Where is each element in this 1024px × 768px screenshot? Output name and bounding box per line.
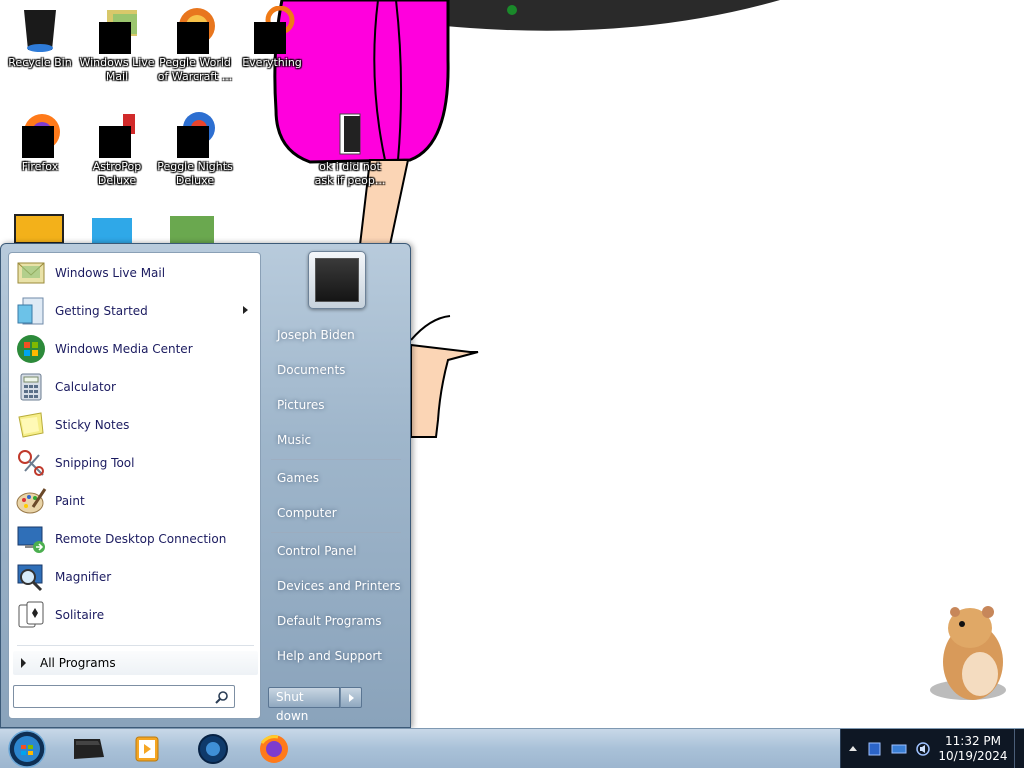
program-sticky-notes[interactable]: Sticky Notes (11, 407, 258, 443)
arrow-right-icon (349, 694, 354, 702)
start-search-box[interactable] (13, 685, 235, 708)
place-documents[interactable]: Documents (267, 355, 405, 385)
paint-palette-icon (15, 485, 47, 517)
place-music[interactable]: Music (267, 425, 405, 455)
shutdown-button[interactable]: Shut down (268, 687, 340, 723)
desktop-icon-recycle-bin[interactable]: Recycle Bin (0, 6, 80, 70)
program-magnifier[interactable]: Magnifier (11, 559, 258, 595)
place-help-and-support[interactable]: Help and Support (267, 641, 405, 671)
mail-icon (15, 257, 47, 289)
show-desktop-button[interactable] (1014, 729, 1024, 768)
search-icon[interactable] (215, 690, 229, 704)
desktop-icon-peggle-nights[interactable]: Peggle Nights Deluxe (155, 110, 235, 188)
place-pictures[interactable]: Pictures (267, 390, 405, 420)
place-computer[interactable]: Computer (267, 498, 405, 528)
peggle-icon (171, 6, 219, 54)
start-menu: Windows Live Mail Getting Started Window… (0, 243, 411, 728)
taskbar-media-player-button[interactable] (122, 731, 174, 767)
scissors-icon (15, 447, 47, 479)
taskbar: 11:32 PM 10/19/2024 (0, 728, 1024, 768)
taskbar-firefox-button[interactable] (248, 731, 300, 767)
clock-date: 10/19/2024 (938, 749, 1008, 763)
desktop-icon-windows-live-mail[interactable]: Windows Live Mail (77, 6, 157, 84)
action-center-icon[interactable] (867, 741, 883, 757)
program-snipping-tool[interactable]: Snipping Tool (11, 445, 258, 481)
firefox-icon (260, 735, 288, 763)
desktop-icon-firefox[interactable]: Firefox (0, 110, 80, 174)
place-devices-and-printers[interactable]: Devices and Printers (267, 571, 405, 601)
user-picture[interactable] (308, 251, 366, 309)
program-getting-started[interactable]: Getting Started (11, 293, 258, 329)
network-icon[interactable] (891, 741, 907, 757)
search-input[interactable] (17, 688, 207, 705)
media-center-icon (15, 333, 47, 365)
desktop-icon-hidden-3[interactable] (170, 216, 214, 244)
program-solitaire[interactable]: Solitaire (11, 597, 258, 633)
remote-desktop-icon (15, 523, 47, 555)
separator (271, 532, 401, 533)
firefox-icon (16, 110, 64, 158)
show-hidden-icons-icon[interactable] (849, 746, 857, 751)
sticky-notes-icon (15, 409, 47, 441)
hamster-image (930, 606, 1006, 700)
place-user-folder[interactable]: Joseph Biden (267, 320, 405, 350)
peggle-nights-icon (171, 110, 219, 158)
recycle-bin-icon (16, 6, 64, 54)
desktop-icon-file[interactable]: ok i did not ask if peop... (310, 110, 390, 188)
media-center-icon (198, 734, 228, 764)
taskbar-media-center-button[interactable] (187, 731, 239, 767)
desktop-icon-hidden-1[interactable] (14, 214, 64, 244)
place-default-programs[interactable]: Default Programs (267, 606, 405, 636)
getting-started-icon (15, 295, 47, 327)
program-windows-media-center[interactable]: Windows Media Center (11, 331, 258, 367)
explorer-icon (74, 739, 104, 759)
program-calculator[interactable]: Calculator (11, 369, 258, 405)
arrow-right-icon (21, 658, 26, 668)
program-paint[interactable]: Paint (11, 483, 258, 519)
desktop-icon-hidden-2[interactable] (92, 218, 132, 244)
calculator-icon (15, 371, 47, 403)
shutdown-options-button[interactable] (340, 687, 362, 708)
magnifier-icon (15, 561, 47, 593)
submenu-arrow-icon[interactable] (243, 306, 248, 314)
media-player-icon (135, 736, 159, 762)
program-windows-live-mail[interactable]: Windows Live Mail (11, 255, 258, 291)
separator (271, 459, 401, 460)
file-icon (326, 110, 374, 158)
everything-search-icon (248, 5, 296, 54)
volume-icon[interactable] (915, 741, 931, 757)
start-menu-programs-pane: Windows Live Mail Getting Started Window… (8, 252, 261, 719)
desktop-icon-peggle-wow[interactable]: Peggle World of Warcraft ... (155, 6, 235, 84)
desktop-icon-everything[interactable]: Everything (232, 5, 312, 70)
astropop-icon (93, 110, 141, 158)
desktop-icon-astropop[interactable]: AstroPop Deluxe (77, 110, 157, 188)
taskbar-explorer-button[interactable] (62, 731, 114, 767)
place-control-panel[interactable]: Control Panel (267, 536, 405, 566)
cards-icon (15, 599, 47, 631)
clock[interactable]: 11:32 PM 10/19/2024 (933, 734, 1013, 764)
notification-area: 11:32 PM 10/19/2024 (840, 729, 1024, 768)
place-games[interactable]: Games (267, 463, 405, 493)
start-orb-button[interactable] (5, 730, 49, 768)
separator (17, 645, 254, 646)
mail-icon (93, 6, 141, 54)
all-programs-button[interactable]: All Programs (13, 651, 258, 675)
program-remote-desktop[interactable]: Remote Desktop Connection (11, 521, 258, 557)
clock-time: 11:32 PM (945, 734, 1001, 748)
